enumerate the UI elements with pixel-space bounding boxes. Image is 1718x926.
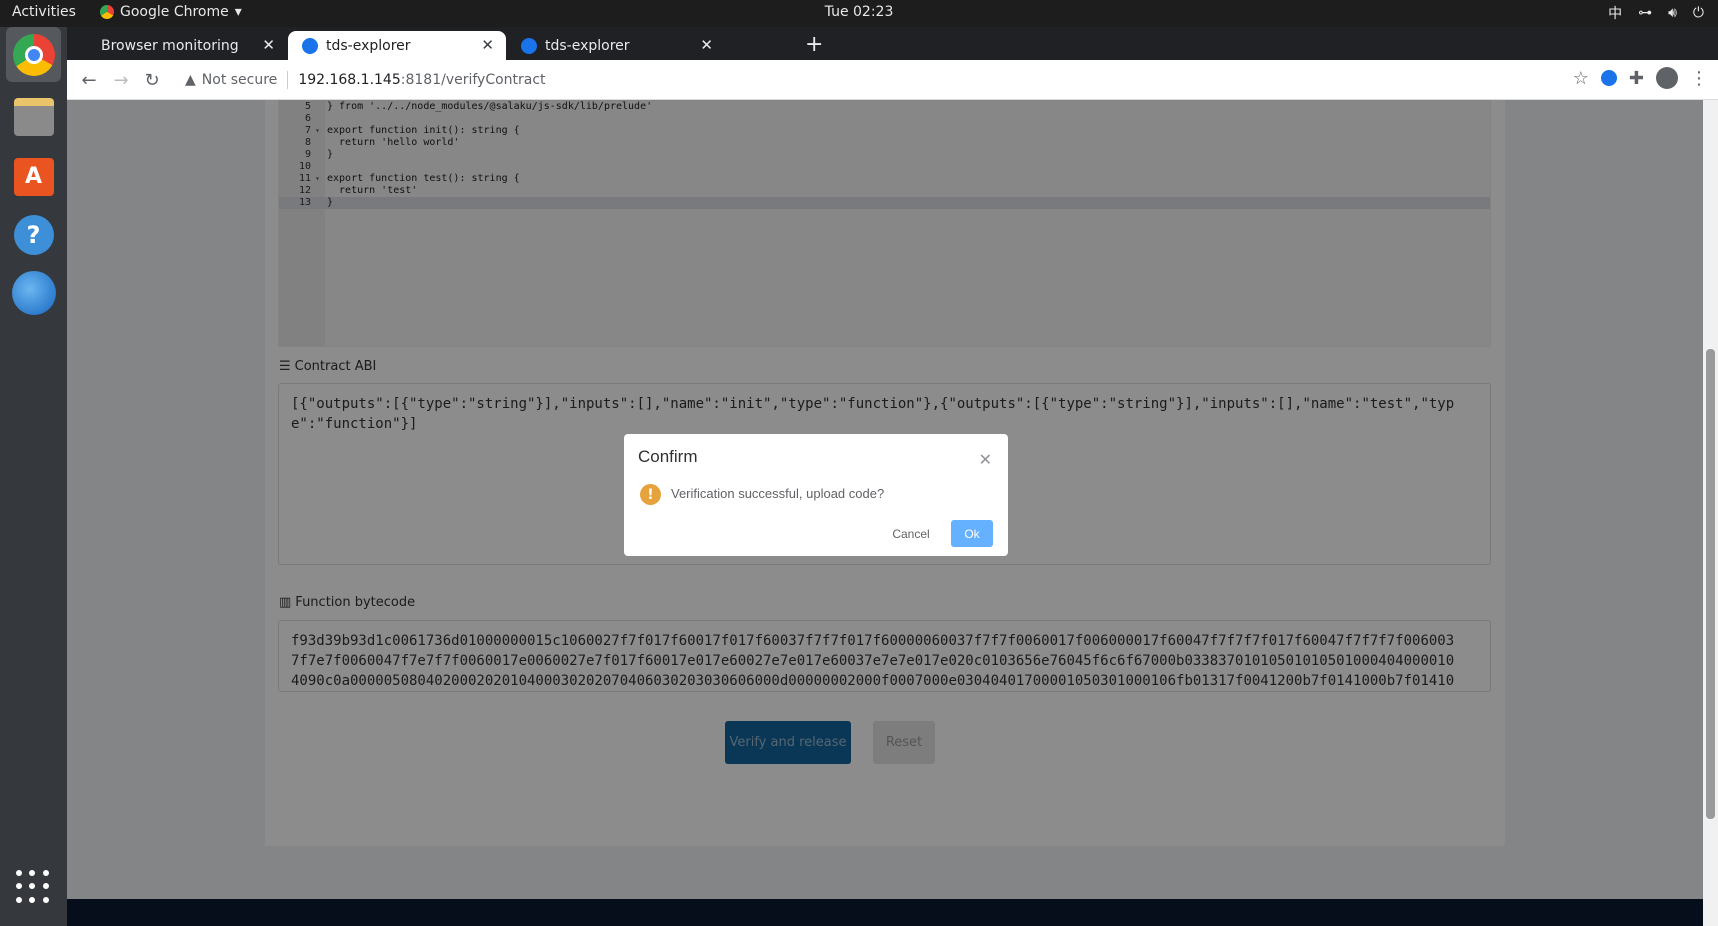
tab-tds-explorer-active[interactable]: tds-explorer ✕ — [288, 31, 506, 60]
help-icon: ? — [13, 214, 54, 255]
scrollbar-thumb[interactable] — [1706, 349, 1715, 819]
extensions-puzzle-icon[interactable]: ✚ — [1629, 68, 1644, 89]
blue-whale-icon — [11, 270, 56, 315]
security-status[interactable]: Not secure — [202, 72, 278, 88]
tab-browser-monitoring[interactable]: Browser monitoring ✕ — [87, 31, 287, 60]
dock-software[interactable]: A — [6, 149, 61, 204]
menu-kebab-icon[interactable]: ⋮ — [1690, 68, 1708, 89]
dock-help[interactable]: ? — [6, 207, 61, 262]
software-bag-icon: A — [13, 157, 54, 196]
ok-button[interactable]: Ok — [951, 520, 993, 547]
dialog-message: Verification successful, upload code? — [671, 486, 885, 501]
clock[interactable]: Tue 02:23 — [0, 4, 1718, 20]
dialog-title: Confirm — [638, 447, 698, 466]
tab-strip: Browser monitoring ✕ tds-explorer ✕ tds-… — [67, 27, 1718, 60]
warning-triangle-icon: ▲ — [185, 72, 196, 88]
bookmark-star-icon[interactable]: ☆ — [1573, 68, 1589, 89]
profile-avatar-icon[interactable] — [1656, 67, 1678, 89]
new-tab-icon[interactable]: + — [805, 32, 823, 57]
separator — [287, 71, 289, 89]
chrome-icon — [12, 33, 55, 76]
toolbar-actions: ☆ ✚ ⋮ — [1573, 67, 1708, 89]
tab-tds-explorer[interactable]: tds-explorer ✕ — [507, 31, 725, 60]
dock-app[interactable] — [6, 265, 61, 320]
cancel-button[interactable]: Cancel — [882, 520, 940, 547]
confirm-dialog: Confirm ✕ ! Verification successful, upl… — [624, 434, 1008, 556]
dock-chrome[interactable] — [6, 27, 61, 82]
browser-toolbar: ← → ↻ ▲ Not secure 192.168.1.145 :8181/v… — [67, 60, 1718, 100]
network-icon: ⊶ — [1638, 5, 1653, 21]
close-icon[interactable]: ✕ — [979, 450, 992, 469]
page-scrollbar[interactable] — [1703, 100, 1718, 926]
system-top-bar: Activities Google Chrome ▾ Tue 02:23 中 ⊶… — [0, 0, 1718, 27]
system-tray[interactable]: 中 ⊶ 🔊︎ ⏻ — [1608, 3, 1704, 23]
url-path: :8181/verifyContract — [400, 72, 546, 88]
file-cabinet-icon — [13, 97, 54, 136]
input-method-indicator[interactable]: 中 — [1608, 3, 1622, 23]
close-icon[interactable]: ✕ — [700, 36, 713, 54]
tab-label: tds-explorer — [326, 37, 411, 54]
page-viewport: 5} from '../../node_modules/@salaku/js-s… — [67, 100, 1718, 926]
show-applications-icon[interactable] — [14, 868, 52, 906]
close-icon[interactable]: ✕ — [481, 36, 494, 54]
dock-files[interactable] — [6, 89, 61, 144]
favicon-icon — [521, 37, 537, 54]
url-host: 192.168.1.145 — [298, 72, 401, 88]
favicon-icon — [302, 37, 318, 54]
tab-label: Browser monitoring — [101, 37, 239, 54]
browser-window: Browser monitoring ✕ tds-explorer ✕ tds-… — [67, 27, 1718, 926]
address-bar[interactable]: ▲ Not secure 192.168.1.145 :8181/verifyC… — [173, 64, 1483, 96]
volume-icon: 🔊︎ — [1668, 5, 1677, 21]
extension-whale-icon[interactable] — [1600, 70, 1617, 86]
warning-icon: ! — [640, 484, 661, 505]
tab-label: tds-explorer — [545, 37, 630, 54]
forward-arrow-icon[interactable]: → — [107, 66, 135, 94]
dock: A ? — [0, 27, 67, 926]
reload-icon[interactable]: ↻ — [138, 66, 166, 94]
close-icon[interactable]: ✕ — [262, 36, 275, 54]
back-arrow-icon[interactable]: ← — [75, 66, 103, 94]
power-icon: ⏻ — [1692, 5, 1704, 21]
